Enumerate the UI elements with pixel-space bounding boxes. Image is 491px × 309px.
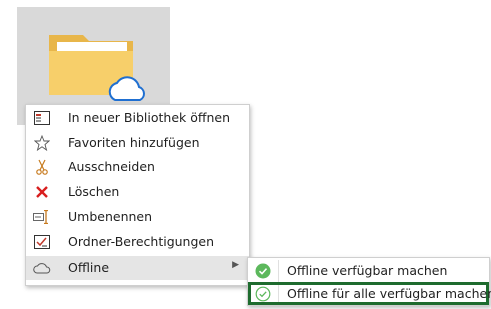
- star-icon: [33, 134, 51, 152]
- menu-item-label: Ordner-Berechtigungen: [68, 234, 215, 249]
- menu-item-label: In neuer Bibliothek öffnen: [68, 110, 231, 125]
- delete-x-icon: [33, 183, 51, 201]
- menu-item-cut[interactable]: Ausschneiden: [26, 155, 249, 179]
- menu-item-label: Ausschneiden: [68, 159, 155, 174]
- check-circle-filled-icon: [254, 262, 272, 280]
- menu-item-label: Löschen: [68, 184, 120, 199]
- menu-item-delete[interactable]: Löschen: [26, 180, 249, 204]
- menu-item-open-in-new-library[interactable]: In neuer Bibliothek öffnen: [26, 106, 249, 130]
- menu-item-label: Offline: [68, 260, 110, 275]
- menu-item-label: Favoriten hinzufügen: [68, 135, 200, 150]
- submenu-item-make-available-offline[interactable]: Offline verfügbar machen: [248, 259, 489, 282]
- submenu-item-make-available-offline-all[interactable]: Offline für alle verfügbar machen: [248, 282, 491, 305]
- menu-item-folder-permissions[interactable]: Ordner-Berechtigungen: [26, 230, 249, 254]
- cloud-icon: [33, 259, 51, 277]
- menu-item-label: Umbenennen: [68, 209, 153, 224]
- rename-icon: [33, 208, 51, 226]
- library-open-icon: [33, 109, 51, 127]
- submenu-arrow-icon: ▶: [232, 260, 239, 270]
- check-circle-outline-icon: [254, 285, 272, 303]
- permissions-icon: [33, 233, 51, 251]
- folder-cloud-icon: [49, 35, 145, 101]
- submenu-item-label: Offline verfügbar machen: [287, 263, 448, 278]
- submenu-item-label: Offline für alle verfügbar machen: [287, 286, 491, 301]
- menu-item-rename[interactable]: Umbenennen: [26, 205, 249, 229]
- menu-item-add-favorites[interactable]: Favoriten hinzufügen: [26, 131, 249, 155]
- offline-submenu: Offline verfügbar machen Offline für all…: [247, 257, 491, 306]
- scissors-icon: [33, 158, 51, 176]
- menu-item-offline[interactable]: Offline ▶: [26, 256, 249, 280]
- context-menu: In neuer Bibliothek öffnen Favoriten hin…: [25, 104, 250, 286]
